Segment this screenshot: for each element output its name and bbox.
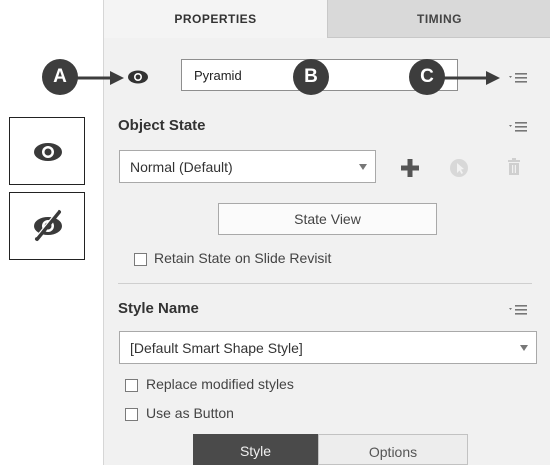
object-state-menu-icon[interactable]	[508, 120, 528, 134]
section-divider	[118, 283, 532, 284]
eye-icon	[34, 143, 62, 161]
legend-hidden-eye	[9, 192, 85, 260]
plus-icon[interactable]	[400, 158, 420, 178]
callout-a-arrow-icon	[76, 71, 124, 85]
chevron-down-icon	[359, 164, 367, 170]
chevron-down-icon	[520, 345, 528, 351]
object-state-title: Object State	[118, 117, 206, 134]
eye-icon[interactable]	[126, 69, 150, 85]
state-select[interactable]: Normal (Default)	[119, 150, 376, 183]
style-select[interactable]: [Default Smart Shape Style]	[119, 331, 537, 364]
panel-menu-icon[interactable]	[508, 71, 528, 85]
callout-c-badge: C	[409, 59, 445, 95]
use-as-button-label: Use as Button	[146, 405, 234, 421]
style-select-value: [Default Smart Shape Style]	[130, 340, 303, 356]
trash-icon	[508, 158, 520, 175]
style-name-menu-icon[interactable]	[508, 303, 528, 317]
retain-state-label: Retain State on Slide Revisit	[154, 250, 332, 266]
tab-style[interactable]: Style	[193, 434, 318, 465]
state-select-value: Normal (Default)	[130, 159, 233, 175]
retain-state-checkbox[interactable]	[134, 253, 147, 266]
replace-modified-styles-checkbox[interactable]	[125, 379, 138, 392]
callout-c-arrow-icon	[444, 71, 500, 85]
legend-visible-eye	[9, 117, 85, 185]
arrow-icon	[450, 159, 468, 177]
callout-b-badge: B	[293, 59, 329, 95]
tab-options[interactable]: Options	[318, 434, 468, 465]
style-name-title: Style Name	[118, 300, 199, 317]
use-as-button-checkbox[interactable]	[125, 408, 138, 421]
tab-properties[interactable]: PROPERTIES	[104, 0, 328, 38]
replace-modified-styles-label: Replace modified styles	[146, 376, 294, 392]
tab-timing[interactable]: TIMING	[328, 0, 550, 38]
state-view-button[interactable]: State View	[218, 203, 437, 235]
eye-slash-icon	[34, 209, 62, 241]
callout-a-badge: A	[42, 59, 78, 95]
